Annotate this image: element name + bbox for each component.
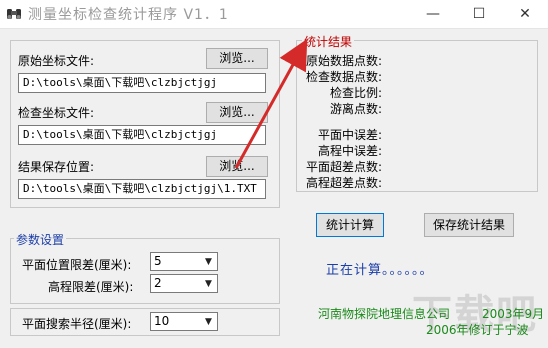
annotation-arrow xyxy=(234,38,308,169)
